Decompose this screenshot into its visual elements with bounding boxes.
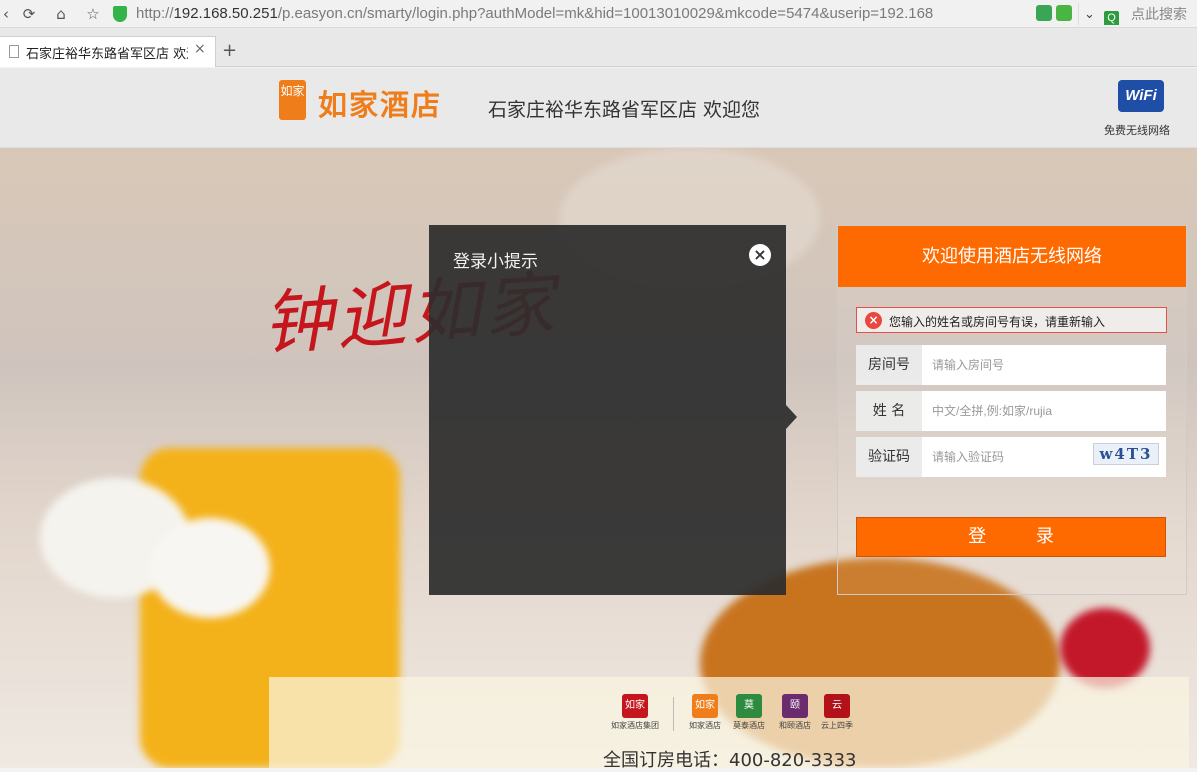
brand-group-logo: 如家 如家酒店集团 bbox=[611, 694, 659, 731]
footer-divider bbox=[673, 697, 674, 731]
address-bar[interactable]: http://192.168.50.251/p.easyon.cn/smarty… bbox=[136, 3, 1031, 25]
url-scheme: http:// bbox=[136, 5, 174, 22]
search-input[interactable]: Q 点此搜索 bbox=[1104, 3, 1197, 25]
wifi-label: 免费无线网络 bbox=[1104, 124, 1170, 137]
url-host: 192.168.50.251 bbox=[173, 5, 278, 22]
room-input[interactable] bbox=[922, 345, 1166, 385]
room-row: 房间号 bbox=[856, 345, 1166, 385]
tip-title: 登录小提示 bbox=[453, 252, 538, 272]
tip-pointer bbox=[786, 405, 797, 429]
name-input[interactable] bbox=[922, 391, 1166, 431]
captcha-label: 验证码 bbox=[856, 437, 922, 477]
login-tip-modal: 登录小提示 × bbox=[429, 225, 786, 595]
brand-seal-icon: 如家 bbox=[279, 80, 306, 120]
extension-icon[interactable] bbox=[1056, 5, 1072, 21]
login-button[interactable]: 登 录 bbox=[856, 517, 1166, 557]
chevron-down-icon[interactable]: ⌄ bbox=[1078, 3, 1100, 25]
close-icon[interactable]: × bbox=[749, 244, 771, 266]
search-engine-icon: Q bbox=[1104, 11, 1119, 25]
brand-label: 如家酒店 bbox=[689, 721, 721, 730]
captcha-image[interactable]: w4T3 bbox=[1093, 443, 1159, 465]
booking-phone: 全国订房电话：400-820-3333 bbox=[603, 750, 857, 771]
brand-logo-icon: 颐 bbox=[782, 694, 808, 718]
security-shield-icon bbox=[113, 6, 127, 22]
back-icon[interactable]: ‹ bbox=[0, 3, 12, 25]
error-icon: × bbox=[865, 312, 882, 329]
close-tab-icon[interactable]: × bbox=[194, 41, 206, 57]
brand-rujia-logo: 如家 如家酒店 bbox=[689, 694, 721, 731]
bookmark-star-icon[interactable]: ☆ bbox=[82, 3, 104, 25]
brand-yitel-logo: 颐 和颐酒店 bbox=[779, 694, 811, 731]
room-label: 房间号 bbox=[856, 345, 922, 385]
brand-label: 莫泰酒店 bbox=[733, 721, 765, 730]
error-message: × 您输入的姓名或房间号有误，请重新输入 bbox=[856, 307, 1167, 333]
brand-logo-icon: 云 bbox=[824, 694, 850, 718]
share-icon[interactable] bbox=[1036, 5, 1052, 21]
browser-tab[interactable]: 石家庄裕华东路省军区店 欢迎 × bbox=[0, 36, 216, 67]
reload-icon[interactable]: ⟳ bbox=[18, 3, 40, 25]
brand-yunshang-logo: 云 云上四季 bbox=[821, 694, 853, 731]
browser-toolbar: ‹ ⟳ ⌂ ☆ http://192.168.50.251/p.easyon.c… bbox=[0, 0, 1197, 28]
wifi-icon: WiFi bbox=[1118, 80, 1164, 112]
site-header: 如家 如家酒店 石家庄裕华东路省军区店 欢迎您 WiFi 免费无线网络 bbox=[0, 68, 1197, 148]
brand-logo-icon: 莫 bbox=[736, 694, 762, 718]
name-label: 姓 名 bbox=[856, 391, 922, 431]
search-placeholder: 点此搜索 bbox=[1131, 6, 1187, 22]
strawberry-image bbox=[1060, 608, 1150, 688]
tab-bar: 石家庄裕华东路省军区店 欢迎 × + bbox=[0, 28, 1197, 67]
brand-name: 如家酒店 bbox=[318, 88, 443, 122]
captcha-row: 验证码 w4T3 bbox=[856, 437, 1166, 477]
login-panel: 欢迎使用酒店无线网络 × 您输入的姓名或房间号有误，请重新输入 房间号 姓 名 … bbox=[837, 225, 1187, 595]
new-tab-button[interactable]: + bbox=[222, 40, 237, 61]
name-row: 姓 名 bbox=[856, 391, 1166, 431]
home-icon[interactable]: ⌂ bbox=[50, 3, 72, 25]
brand-label: 和颐酒店 bbox=[779, 721, 811, 730]
page-icon bbox=[9, 45, 19, 58]
brand-logo-icon: 如家 bbox=[692, 694, 718, 718]
brand-label: 如家酒店集团 bbox=[611, 721, 659, 730]
footer-panel: 如家 如家酒店集团 如家 如家酒店 莫 莫泰酒店 颐 和颐酒店 云 云上四季 全… bbox=[269, 677, 1189, 771]
url-path: /p.easyon.cn/smarty/login.php?authModel=… bbox=[277, 5, 934, 22]
daisy-flower-image bbox=[150, 518, 270, 618]
error-text: 您输入的姓名或房间号有误，请重新输入 bbox=[889, 315, 1106, 329]
brand-logo-icon: 如家 bbox=[622, 694, 648, 718]
login-title: 欢迎使用酒店无线网络 bbox=[838, 226, 1186, 287]
brand-label: 云上四季 bbox=[821, 721, 853, 730]
store-welcome: 石家庄裕华东路省军区店 欢迎您 bbox=[488, 99, 761, 121]
brand-motel-logo: 莫 莫泰酒店 bbox=[733, 694, 765, 731]
tab-title: 石家庄裕华东路省军区店 欢迎 bbox=[26, 47, 188, 62]
